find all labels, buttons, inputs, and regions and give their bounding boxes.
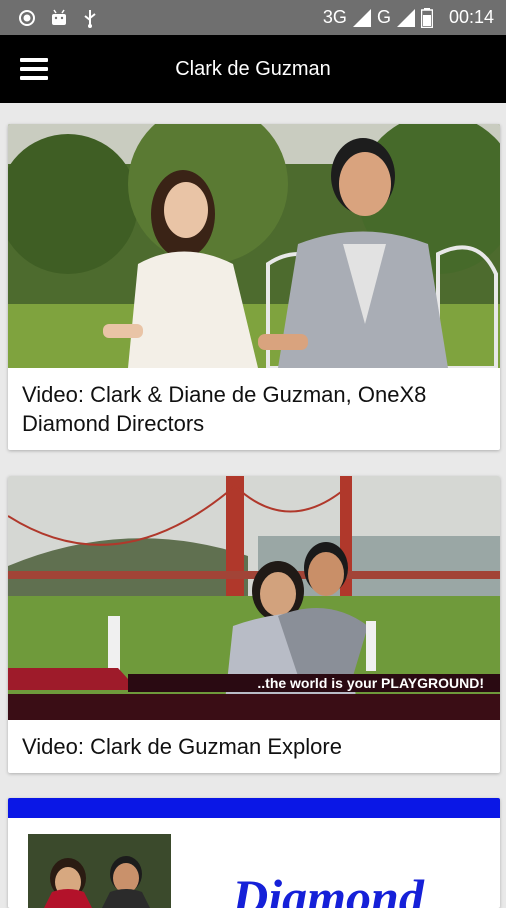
status-bar: 3G G 00:14 (0, 0, 506, 35)
article-title[interactable]: Video: Clark & Diane de Guzman, OneX8 Di… (8, 368, 500, 450)
network-type-label-2: G (376, 7, 391, 27)
network-type-label: 3G (322, 7, 347, 27)
menu-button[interactable] (0, 35, 68, 103)
article-thumbnail[interactable]: Diamond (8, 818, 500, 908)
article-card[interactable]: ..the world is your PLAYGROUND! Video: C… (8, 476, 500, 773)
battery-icon (420, 7, 433, 28)
signal-icon-2 (396, 8, 415, 27)
hamburger-menu-icon (20, 58, 48, 80)
article-title[interactable]: Video: Clark de Guzman Explore (8, 720, 500, 773)
article-card[interactable]: Diamond (8, 798, 500, 908)
clock: 00:14 (448, 7, 494, 27)
signal-icon (352, 8, 371, 27)
card-accent-bar (8, 798, 500, 818)
banner-text: ..the world is your PLAYGROUND! (257, 675, 484, 691)
video-thumbnail[interactable] (8, 124, 500, 368)
video-thumbnail[interactable]: ..the world is your PLAYGROUND! (8, 476, 500, 720)
app-title: Clark de Guzman (175, 57, 331, 80)
diamond-title-art: Diamond (231, 869, 425, 908)
usb-icon (84, 9, 96, 28)
record-icon (19, 9, 35, 26)
article-card[interactable]: Video: Clark & Diane de Guzman, OneX8 Di… (8, 124, 500, 450)
android-icon (52, 9, 66, 25)
app-bar: Clark de Guzman (0, 35, 506, 103)
